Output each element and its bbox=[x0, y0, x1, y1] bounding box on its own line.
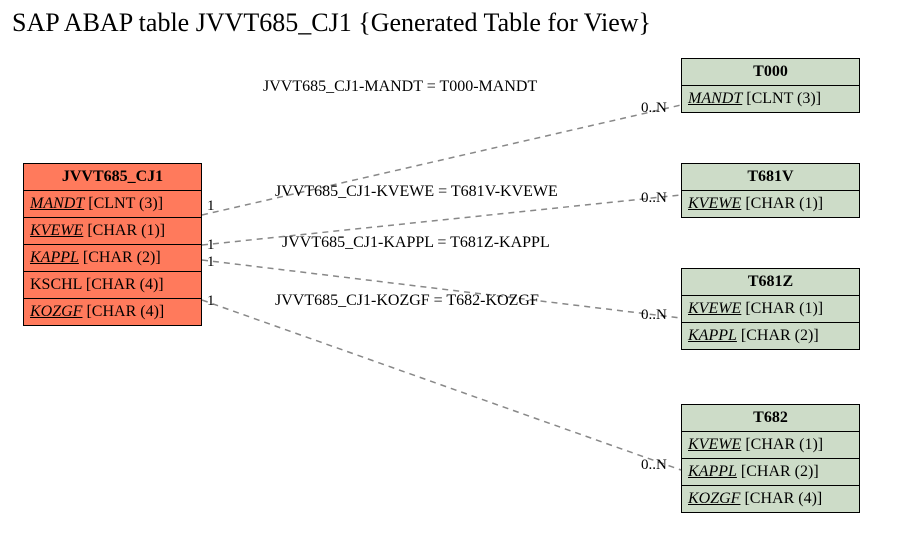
cardinality-from: 1 bbox=[207, 254, 215, 271]
cardinality-to: 0..N bbox=[641, 457, 667, 474]
entity-header: T681V bbox=[682, 164, 859, 191]
entity-field: KOZGF [CHAR (4)] bbox=[24, 299, 201, 325]
cardinality-from: 1 bbox=[207, 198, 215, 215]
entity-field: KAPPL [CHAR (2)] bbox=[682, 323, 859, 349]
cardinality-to: 0..N bbox=[641, 100, 667, 117]
entity-field: KAPPL [CHAR (2)] bbox=[682, 459, 859, 486]
entity-header: T682 bbox=[682, 405, 859, 432]
entity-t681v: T681V KVEWE [CHAR (1)] bbox=[681, 163, 860, 218]
entity-header: T000 bbox=[682, 59, 859, 86]
diagram-title: SAP ABAP table JVVT685_CJ1 {Generated Ta… bbox=[12, 8, 651, 38]
relation-label: JVVT685_CJ1-MANDT = T000-MANDT bbox=[263, 78, 537, 96]
cardinality-from: 1 bbox=[207, 237, 215, 254]
cardinality-to: 0..N bbox=[641, 190, 667, 207]
entity-field: MANDT [CLNT (3)] bbox=[24, 191, 201, 218]
entity-t681z: T681Z KVEWE [CHAR (1)] KAPPL [CHAR (2)] bbox=[681, 268, 860, 350]
cardinality-to: 0..N bbox=[641, 307, 667, 324]
cardinality-from: 1 bbox=[207, 293, 215, 310]
relation-label: JVVT685_CJ1-KAPPL = T681Z-KAPPL bbox=[282, 234, 550, 252]
entity-field: KSCHL [CHAR (4)] bbox=[24, 272, 201, 299]
diagram-canvas: SAP ABAP table JVVT685_CJ1 {Generated Ta… bbox=[0, 0, 909, 549]
entity-field: KVEWE [CHAR (1)] bbox=[682, 296, 859, 323]
entity-header: T681Z bbox=[682, 269, 859, 296]
entity-header: JVVT685_CJ1 bbox=[24, 164, 201, 191]
entity-field: MANDT [CLNT (3)] bbox=[682, 86, 859, 112]
entity-field: KAPPL [CHAR (2)] bbox=[24, 245, 201, 272]
entity-field: KVEWE [CHAR (1)] bbox=[24, 218, 201, 245]
relation-label: JVVT685_CJ1-KOZGF = T682-KOZGF bbox=[275, 292, 539, 310]
entity-field: KVEWE [CHAR (1)] bbox=[682, 191, 859, 217]
entity-t682: T682 KVEWE [CHAR (1)] KAPPL [CHAR (2)] K… bbox=[681, 404, 860, 513]
entity-jvvt685-cj1: JVVT685_CJ1 MANDT [CLNT (3)] KVEWE [CHAR… bbox=[23, 163, 202, 326]
entity-t000: T000 MANDT [CLNT (3)] bbox=[681, 58, 860, 113]
relation-label: JVVT685_CJ1-KVEWE = T681V-KVEWE bbox=[275, 183, 558, 201]
entity-field: KOZGF [CHAR (4)] bbox=[682, 486, 859, 512]
entity-field: KVEWE [CHAR (1)] bbox=[682, 432, 859, 459]
